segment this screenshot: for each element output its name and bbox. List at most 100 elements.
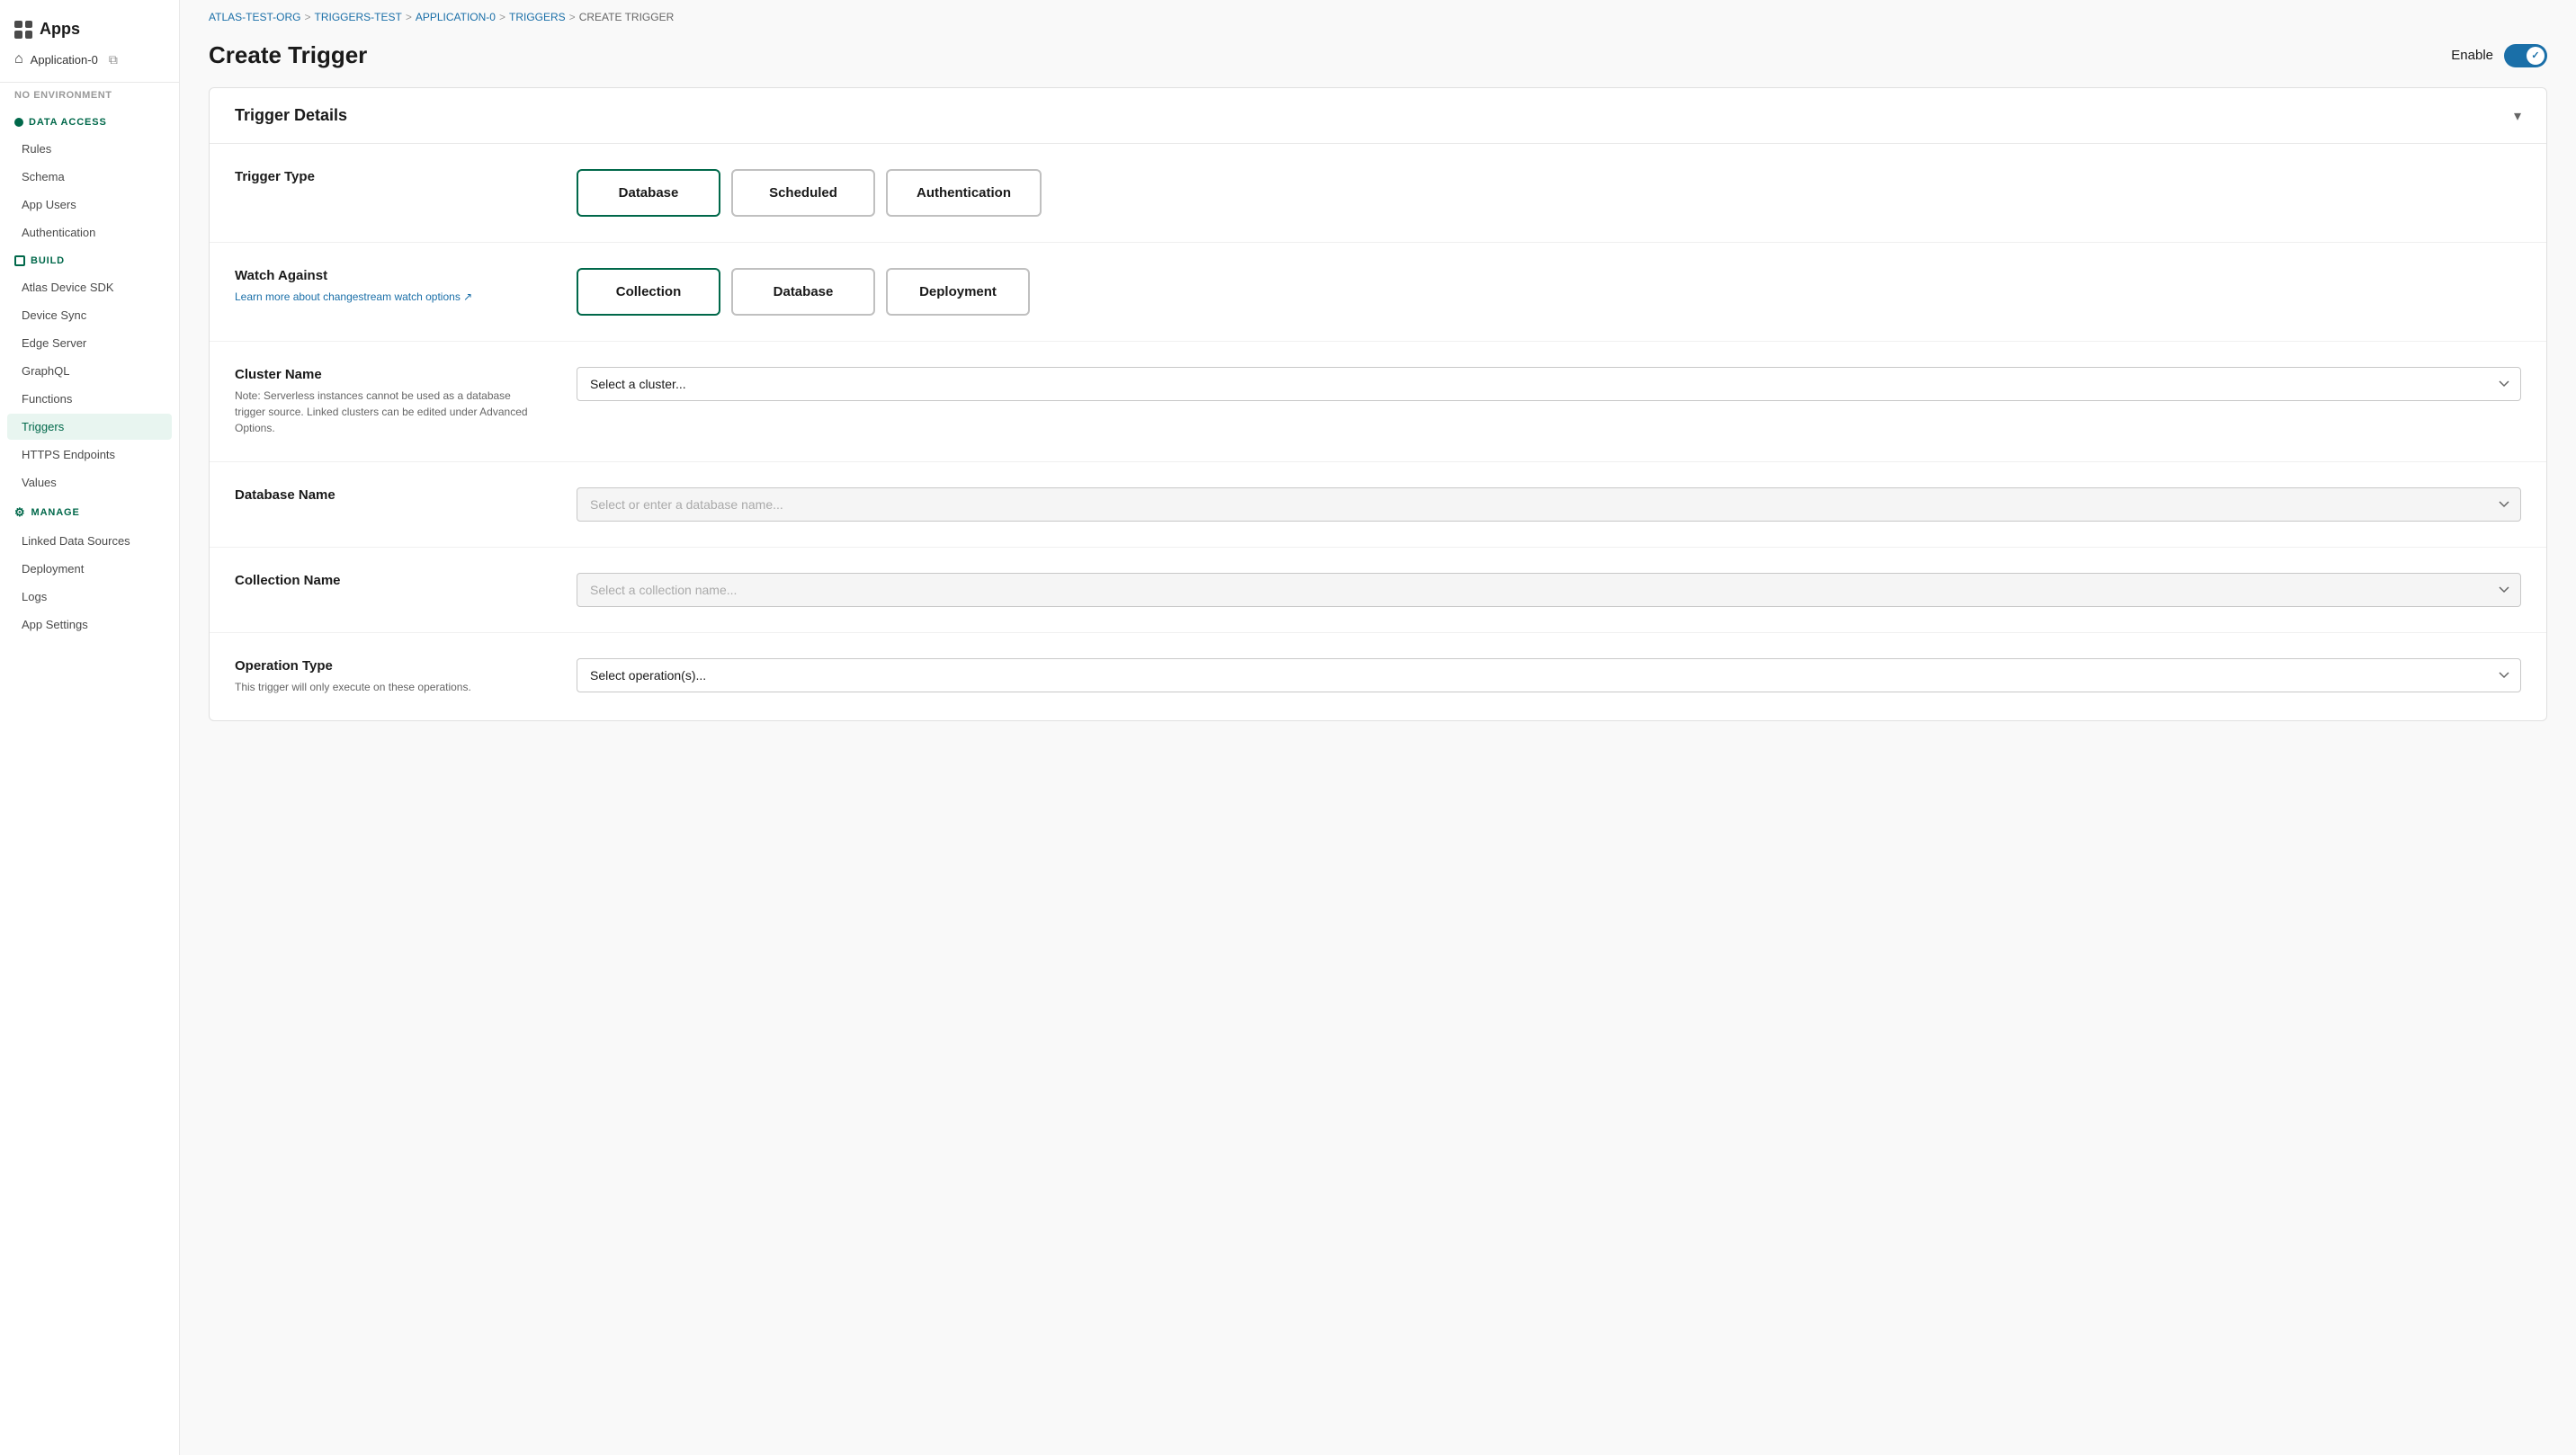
sidebar-item-graphql[interactable]: GraphQL [7,358,172,384]
sidebar-item-atlas-device-sdk[interactable]: Atlas Device SDK [7,274,172,300]
collection-name-select[interactable]: Select a collection name... [577,573,2521,607]
database-name-row: Database Name Select or enter a database… [210,462,2546,548]
apps-label: Apps [40,20,80,39]
operation-type-select[interactable]: Select operation(s)... [577,658,2521,692]
watch-against-sublabel: Learn more about changestream watch opti… [235,289,541,305]
apps-icon [14,21,32,39]
check-icon: ✓ [2531,49,2539,61]
trigger-type-row: Trigger Type Database Scheduled Authenti… [210,144,2546,243]
section-label-manage: ⚙ MANAGE [14,505,165,520]
operation-type-control: Select operation(s)... [577,658,2521,692]
cluster-name-label-col: Cluster Name Note: Serverless instances … [235,367,541,436]
trigger-type-scheduled-btn[interactable]: Scheduled [731,169,875,217]
trigger-type-btn-group: Database Scheduled Authentication [577,169,2521,217]
home-icon: ⌂ [14,51,23,67]
breadcrumb-sep-1: > [304,11,310,23]
main-content: ATLAS-TEST-ORG > TRIGGERS-TEST > APPLICA… [180,0,2576,1455]
trigger-details-card: Trigger Details ▾ Trigger Type Database … [209,87,2547,721]
app-row[interactable]: ⌂ Application-0 ⧉ [14,46,165,73]
sidebar-section-manage: ⚙ MANAGE [0,496,179,527]
card-header: Trigger Details ▾ [210,88,2546,144]
cluster-name-select[interactable]: Select a cluster... [577,367,2521,401]
watch-against-collection-btn[interactable]: Collection [577,268,720,316]
watch-against-row: Watch Against Learn more about changestr… [210,243,2546,342]
operation-type-row: Operation Type This trigger will only ex… [210,633,2546,720]
enable-toggle[interactable]: ✓ [2504,44,2547,67]
collection-name-control: Select a collection name... [577,573,2521,607]
collection-name-label: Collection Name [235,573,541,588]
sidebar-item-edge-server[interactable]: Edge Server [7,330,172,356]
section-label-text: DATA ACCESS [29,117,107,128]
cluster-name-control: Select a cluster... [577,367,2521,401]
database-name-label: Database Name [235,487,541,503]
breadcrumb-sep-3: > [499,11,505,23]
sidebar-item-deployment[interactable]: Deployment [7,556,172,582]
sidebar-apps-item[interactable]: Apps [14,13,165,46]
trigger-type-label: Trigger Type [235,169,541,184]
operation-type-label: Operation Type [235,658,541,674]
trigger-type-database-btn[interactable]: Database [577,169,720,217]
enable-label: Enable [2451,48,2493,63]
sidebar-item-logs[interactable]: Logs [7,584,172,610]
watch-against-link[interactable]: Learn more about changestream watch opti… [235,290,472,303]
trigger-type-label-col: Trigger Type [235,169,541,190]
sidebar-item-functions[interactable]: Functions [7,386,172,412]
data-access-dot [14,118,23,127]
chevron-down-icon[interactable]: ▾ [2514,107,2521,125]
breadcrumb: ATLAS-TEST-ORG > TRIGGERS-TEST > APPLICA… [180,0,2576,34]
page-title: Create Trigger [209,41,367,69]
database-name-label-col: Database Name [235,487,541,508]
section-label-text-manage: MANAGE [31,507,80,518]
page-header: Create Trigger Enable ✓ [180,34,2576,87]
sidebar-item-triggers[interactable]: Triggers [7,414,172,440]
cluster-name-note: Note: Serverless instances cannot be use… [235,388,541,436]
breadcrumb-sep-2: > [406,11,412,23]
sidebar-item-rules[interactable]: Rules [7,136,172,162]
watch-against-label: Watch Against [235,268,541,283]
breadcrumb-sep-4: > [569,11,576,23]
database-name-control: Select or enter a database name... [577,487,2521,522]
sidebar-item-linked-data-sources[interactable]: Linked Data Sources [7,528,172,554]
card-title: Trigger Details [235,106,347,125]
copy-icon[interactable]: ⧉ [109,52,118,67]
gear-icon: ⚙ [14,505,26,520]
watch-against-label-col: Watch Against Learn more about changestr… [235,268,541,305]
sidebar-item-app-settings[interactable]: App Settings [7,611,172,638]
toggle-knob: ✓ [2527,47,2545,65]
sidebar-section-data-access: DATA ACCESS [0,108,179,135]
sidebar-item-values[interactable]: Values [7,469,172,495]
sidebar-top: Apps ⌂ Application-0 ⧉ [0,0,179,83]
watch-against-btn-group: Collection Database Deployment [577,268,2521,316]
watch-against-database-btn[interactable]: Database [731,268,875,316]
sidebar: Apps ⌂ Application-0 ⧉ NO ENVIRONMENT DA… [0,0,180,1455]
app-name: Application-0 [31,53,98,67]
section-label-text-build: BUILD [31,255,65,266]
sidebar-item-https-endpoints[interactable]: HTTPS Endpoints [7,442,172,468]
operation-type-sublabel: This trigger will only execute on these … [235,679,541,695]
sidebar-item-device-sync[interactable]: Device Sync [7,302,172,328]
database-name-select[interactable]: Select or enter a database name... [577,487,2521,522]
collection-name-row: Collection Name Select a collection name… [210,548,2546,633]
section-label-build: BUILD [14,255,165,266]
breadcrumb-atlas-test-org[interactable]: ATLAS-TEST-ORG [209,11,300,23]
sidebar-item-authentication[interactable]: Authentication [7,219,172,245]
watch-against-control: Collection Database Deployment [577,268,2521,316]
collection-name-label-col: Collection Name [235,573,541,594]
build-icon [14,255,25,266]
breadcrumb-triggers-test[interactable]: TRIGGERS-TEST [314,11,401,23]
sidebar-item-app-users[interactable]: App Users [7,192,172,218]
cluster-name-label: Cluster Name [235,367,541,382]
breadcrumb-triggers[interactable]: TRIGGERS [509,11,566,23]
watch-against-deployment-btn[interactable]: Deployment [886,268,1030,316]
cluster-name-row: Cluster Name Note: Serverless instances … [210,342,2546,462]
section-label-data-access: DATA ACCESS [14,117,165,128]
enable-row: Enable ✓ [2451,44,2547,67]
trigger-type-control: Database Scheduled Authentication [577,169,2521,217]
trigger-type-authentication-btn[interactable]: Authentication [886,169,1042,217]
sidebar-item-schema[interactable]: Schema [7,164,172,190]
no-environment-label: NO ENVIRONMENT [0,83,179,108]
breadcrumb-current: CREATE TRIGGER [579,11,675,23]
breadcrumb-application-0[interactable]: APPLICATION-0 [416,11,496,23]
sidebar-section-build: BUILD [0,246,179,273]
operation-type-label-col: Operation Type This trigger will only ex… [235,658,541,695]
